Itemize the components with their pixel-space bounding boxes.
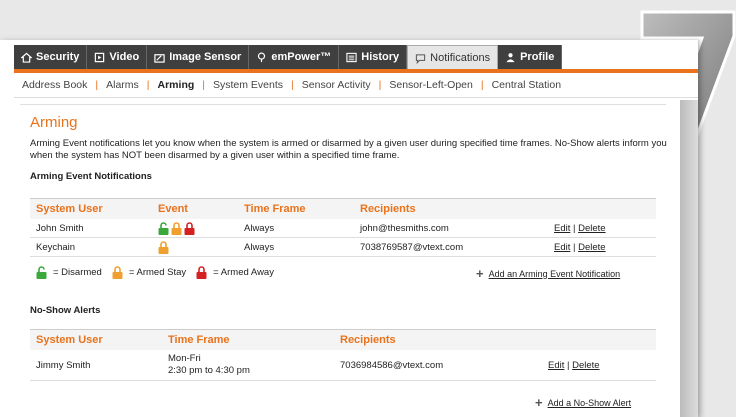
row-events <box>152 219 238 238</box>
col-time-frame: Time Frame <box>238 198 354 219</box>
col-system-user: System User <box>30 329 162 350</box>
col-system-user: System User <box>30 198 152 219</box>
legend-armed-away: = Armed Away <box>213 267 274 278</box>
row-recipients: john@thesmiths.com <box>354 219 548 238</box>
page-description: Arming Event notifications let you know … <box>30 138 667 161</box>
row-recipients: 7036984586@vtext.com <box>334 350 542 381</box>
col-time-frame: Time Frame <box>162 329 334 350</box>
home-icon <box>21 52 32 63</box>
main-tabs: Security Video Image Sensor emPower™ His… <box>14 45 563 70</box>
row-recipients: 7038769587@vtext.com <box>354 237 548 257</box>
subnav-alarms[interactable]: Alarms <box>106 79 139 91</box>
row-actions: Edit | Delete <box>542 350 656 381</box>
subnav-sensor-left-open[interactable]: Sensor-Left-Open <box>389 79 472 91</box>
tab-notifications[interactable]: Notifications <box>407 45 499 70</box>
tab-image-sensor[interactable]: Image Sensor <box>147 45 250 69</box>
tab-empower[interactable]: emPower™ <box>249 45 340 69</box>
col-event: Event <box>152 198 238 219</box>
row-user: Jimmy Smith <box>30 350 162 381</box>
lock-armed-away-icon <box>184 221 195 235</box>
tab-label: Video <box>109 51 140 63</box>
row-events <box>152 237 238 257</box>
add-noshow-alert-label: Add a No-Show Alert <box>547 397 632 408</box>
plus-icon: + <box>535 395 543 410</box>
arming-section-title: Arming Event Notifications <box>30 171 152 182</box>
table-header: System User Event Time Frame Recipients <box>30 198 656 219</box>
row-user: John Smith <box>30 219 152 238</box>
legend-armed-stay: = Armed Stay <box>128 267 187 278</box>
row-time-frame: Always <box>238 237 354 257</box>
lock-armed-away-icon <box>196 266 207 279</box>
video-icon <box>95 52 105 62</box>
lock-armed-stay-icon <box>171 221 182 235</box>
edit-link[interactable]: Edit <box>548 360 564 371</box>
row-hours: 2:30 pm to 4:30 pm <box>168 365 250 376</box>
subnav-system-events[interactable]: System Events <box>213 79 283 91</box>
chat-bubble-icon <box>416 53 426 64</box>
tab-label: Notifications <box>430 52 491 64</box>
lock-disarmed-icon <box>36 266 47 279</box>
subnav-address-book[interactable]: Address Book <box>22 79 87 91</box>
event-legend: = Disarmed = Armed Stay = Armed Away <box>36 266 274 279</box>
noshow-table: System User Time Frame Recipients Jimmy … <box>30 329 656 381</box>
col-actions <box>548 198 656 219</box>
tab-label: Image Sensor <box>169 51 242 63</box>
row-time-frame: Always <box>238 219 354 238</box>
col-actions <box>542 329 656 350</box>
tab-history[interactable]: History <box>339 45 408 69</box>
tab-video[interactable]: Video <box>87 45 148 69</box>
add-arming-notification-label: Add an Arming Event Notification <box>488 268 621 279</box>
lock-disarmed-icon <box>158 221 169 235</box>
table-row: John Smith Always john@thesmiths.com Edi… <box>30 219 656 238</box>
bulb-icon <box>258 52 266 62</box>
subnav-arming[interactable]: Arming <box>158 79 195 91</box>
noshow-section-title: No-Show Alerts <box>30 305 101 316</box>
subnav-sensor-activity[interactable]: Sensor Activity <box>302 79 371 91</box>
tab-label: emPower™ <box>271 51 332 63</box>
row-user: Keychain <box>30 237 152 257</box>
table-row: Keychain Always 7038769587@vtext.com Edi… <box>30 237 656 257</box>
row-time-frame: Mon-Fri 2:30 pm to 4:30 pm <box>162 350 334 381</box>
edit-link[interactable]: Edit <box>554 242 570 253</box>
delete-link[interactable]: Delete <box>578 223 605 234</box>
person-icon <box>506 52 515 62</box>
subnav-central-station[interactable]: Central Station <box>492 79 561 91</box>
add-noshow-alert-button[interactable]: + Add a No-Show Alert <box>535 395 631 410</box>
image-sensor-icon <box>154 53 165 63</box>
history-icon <box>346 52 357 62</box>
edit-link[interactable]: Edit <box>554 223 570 234</box>
tab-label: Profile <box>520 51 555 63</box>
arming-table: System User Event Time Frame Recipients … <box>30 198 656 257</box>
tab-label: Security <box>36 51 80 63</box>
delete-link[interactable]: Delete <box>578 242 605 253</box>
tab-label: History <box>361 51 400 63</box>
page-edge <box>680 100 698 417</box>
sub-navigation: Address Book | Alarms | Arming | System Eve… <box>14 73 698 98</box>
tab-profile[interactable]: Profile <box>498 45 563 69</box>
table-header: System User Time Frame Recipients <box>30 329 656 350</box>
lock-armed-stay-icon <box>112 266 123 279</box>
row-days: Mon-Fri <box>168 353 201 364</box>
tab-security[interactable]: Security <box>14 45 88 69</box>
legend-disarmed: = Disarmed <box>53 267 102 278</box>
table-row: Jimmy Smith Mon-Fri 2:30 pm to 4:30 pm 7… <box>30 350 656 381</box>
col-recipients: Recipients <box>334 329 542 350</box>
row-actions: Edit | Delete <box>548 219 656 238</box>
row-actions: Edit | Delete <box>548 237 656 257</box>
delete-link[interactable]: Delete <box>572 360 599 371</box>
page-title: Arming <box>30 114 78 131</box>
lock-armed-stay-icon <box>158 240 169 254</box>
plus-icon: + <box>476 266 484 281</box>
add-arming-notification-button[interactable]: + Add an Arming Event Notification <box>476 266 620 281</box>
col-recipients: Recipients <box>354 198 548 219</box>
